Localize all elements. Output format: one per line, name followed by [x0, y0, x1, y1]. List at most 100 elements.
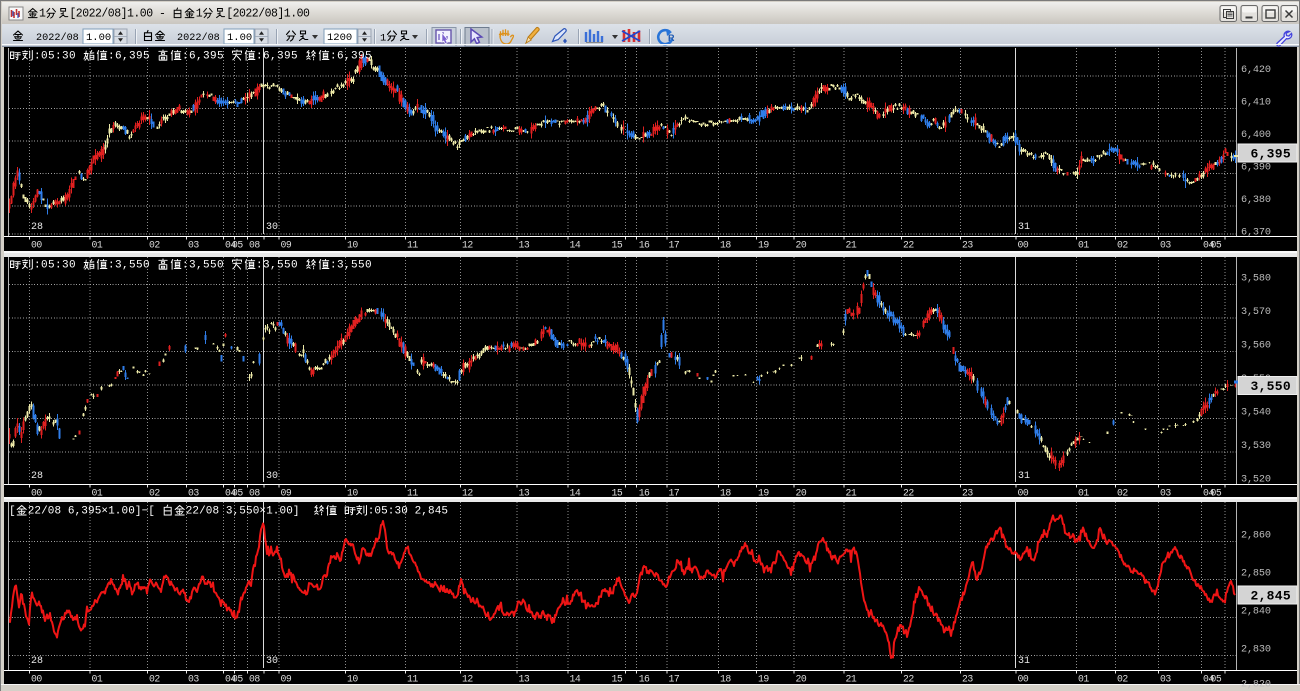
svg-text:1200: 1200 — [327, 32, 352, 44]
svg-text:22: 22 — [903, 488, 914, 499]
svg-text:17: 17 — [669, 240, 680, 251]
svg-text:18: 18 — [720, 674, 731, 685]
svg-text:08: 08 — [249, 674, 260, 685]
svg-text:02: 02 — [1117, 488, 1128, 499]
svg-text:6,390: 6,390 — [1241, 162, 1271, 173]
svg-text:12: 12 — [462, 674, 473, 685]
svg-text:20: 20 — [796, 674, 807, 685]
svg-text:21: 21 — [846, 674, 857, 685]
svg-text:R: R — [668, 33, 675, 43]
svg-text:30: 30 — [266, 222, 278, 233]
svg-text:3,540: 3,540 — [1241, 407, 1271, 418]
svg-text:1.00: 1.00 — [86, 32, 111, 44]
svg-text::05:30: :05:30 — [34, 259, 76, 271]
svg-text::6,395: :6,395 — [330, 50, 372, 62]
svg-text:6,370: 6,370 — [1241, 227, 1271, 238]
svg-text:11: 11 — [407, 240, 418, 251]
svg-text:10: 10 — [347, 674, 358, 685]
svg-text:03: 03 — [1160, 674, 1171, 685]
svg-text:31: 31 — [1018, 222, 1030, 233]
svg-text::6,395: :6,395 — [256, 50, 298, 62]
svg-text:03: 03 — [188, 240, 199, 251]
svg-text:23: 23 — [962, 240, 973, 251]
svg-text::6,395: :6,395 — [182, 50, 224, 62]
svg-text:18: 18 — [720, 488, 731, 499]
svg-text:00: 00 — [31, 488, 42, 499]
svg-text:00: 00 — [31, 240, 42, 251]
svg-text:31: 31 — [1018, 471, 1030, 482]
svg-text:30: 30 — [266, 656, 278, 667]
svg-text:[2022/08]1.00 -: [2022/08]1.00 - — [69, 8, 165, 21]
svg-text:05: 05 — [232, 488, 243, 499]
svg-text:09: 09 — [281, 240, 292, 251]
svg-text:05: 05 — [1211, 488, 1222, 499]
svg-text::6,395: :6,395 — [108, 50, 150, 62]
svg-text:10: 10 — [347, 240, 358, 251]
svg-text:19: 19 — [758, 488, 769, 499]
svg-text:2,845: 2,845 — [1250, 589, 1291, 604]
svg-text:10: 10 — [347, 488, 358, 499]
svg-text:3,530: 3,530 — [1241, 441, 1271, 452]
svg-text:13: 13 — [519, 240, 530, 251]
svg-text:16: 16 — [639, 240, 650, 251]
svg-text:3,550: 3,550 — [1250, 379, 1291, 394]
svg-text:6,400: 6,400 — [1241, 130, 1271, 141]
svg-text:2,850: 2,850 — [1241, 568, 1271, 579]
svg-text:11: 11 — [407, 674, 418, 685]
svg-text::3,550: :3,550 — [108, 259, 150, 271]
svg-text:22/08 3,550×1.00]: 22/08 3,550×1.00] — [186, 505, 300, 517]
svg-text::3,550: :3,550 — [182, 259, 224, 271]
svg-text:28: 28 — [31, 222, 43, 233]
svg-text:00: 00 — [31, 674, 42, 685]
svg-text:12: 12 — [462, 240, 473, 251]
svg-text:1: 1 — [380, 33, 386, 45]
svg-text:28: 28 — [31, 471, 43, 482]
svg-text:20: 20 — [796, 240, 807, 251]
svg-text:01: 01 — [1078, 674, 1089, 685]
svg-text:08: 08 — [249, 240, 260, 251]
svg-text:2,830: 2,830 — [1241, 644, 1271, 655]
svg-text:00: 00 — [1018, 488, 1029, 499]
svg-text:3,520: 3,520 — [1241, 474, 1271, 485]
svg-text:01: 01 — [1078, 240, 1089, 251]
svg-text:05: 05 — [1211, 674, 1222, 685]
svg-text::3,550: :3,550 — [330, 259, 372, 271]
svg-text::3,550: :3,550 — [256, 259, 298, 271]
svg-text:20: 20 — [796, 488, 807, 499]
svg-text:2,820: 2,820 — [1241, 679, 1271, 690]
svg-text:11: 11 — [407, 488, 418, 499]
svg-text:16: 16 — [639, 674, 650, 685]
svg-text:05: 05 — [1211, 240, 1222, 251]
svg-text:19: 19 — [758, 674, 769, 685]
svg-text:6,420: 6,420 — [1241, 65, 1271, 76]
svg-text:01: 01 — [92, 488, 103, 499]
svg-text:03: 03 — [1160, 488, 1171, 499]
svg-text:19: 19 — [758, 240, 769, 251]
svg-text:2,840: 2,840 — [1241, 606, 1271, 617]
svg-text:02: 02 — [149, 674, 160, 685]
svg-text:18: 18 — [720, 240, 731, 251]
svg-text:05: 05 — [232, 674, 243, 685]
svg-text:2,860: 2,860 — [1241, 530, 1271, 541]
svg-text:03: 03 — [188, 674, 199, 685]
svg-text::05:30 2,845: :05:30 2,845 — [368, 505, 448, 517]
svg-text:17: 17 — [669, 674, 680, 685]
svg-text:3,570: 3,570 — [1241, 307, 1271, 318]
svg-text:03: 03 — [188, 488, 199, 499]
svg-text:22: 22 — [903, 674, 914, 685]
svg-text::05:30: :05:30 — [34, 50, 76, 62]
svg-text:2022/08: 2022/08 — [36, 32, 79, 44]
svg-text:13: 13 — [519, 674, 530, 685]
svg-text:17: 17 — [669, 488, 680, 499]
svg-text:15: 15 — [612, 240, 623, 251]
svg-text:1.00: 1.00 — [227, 32, 252, 44]
svg-text:22: 22 — [903, 240, 914, 251]
svg-text:03: 03 — [1160, 240, 1171, 251]
svg-text:13: 13 — [519, 488, 530, 499]
svg-text:21: 21 — [846, 488, 857, 499]
svg-text:01: 01 — [92, 674, 103, 685]
svg-text:6,380: 6,380 — [1241, 195, 1271, 206]
svg-text:[: [ — [9, 505, 16, 517]
svg-text:08: 08 — [249, 488, 260, 499]
svg-text:1: 1 — [196, 8, 203, 21]
